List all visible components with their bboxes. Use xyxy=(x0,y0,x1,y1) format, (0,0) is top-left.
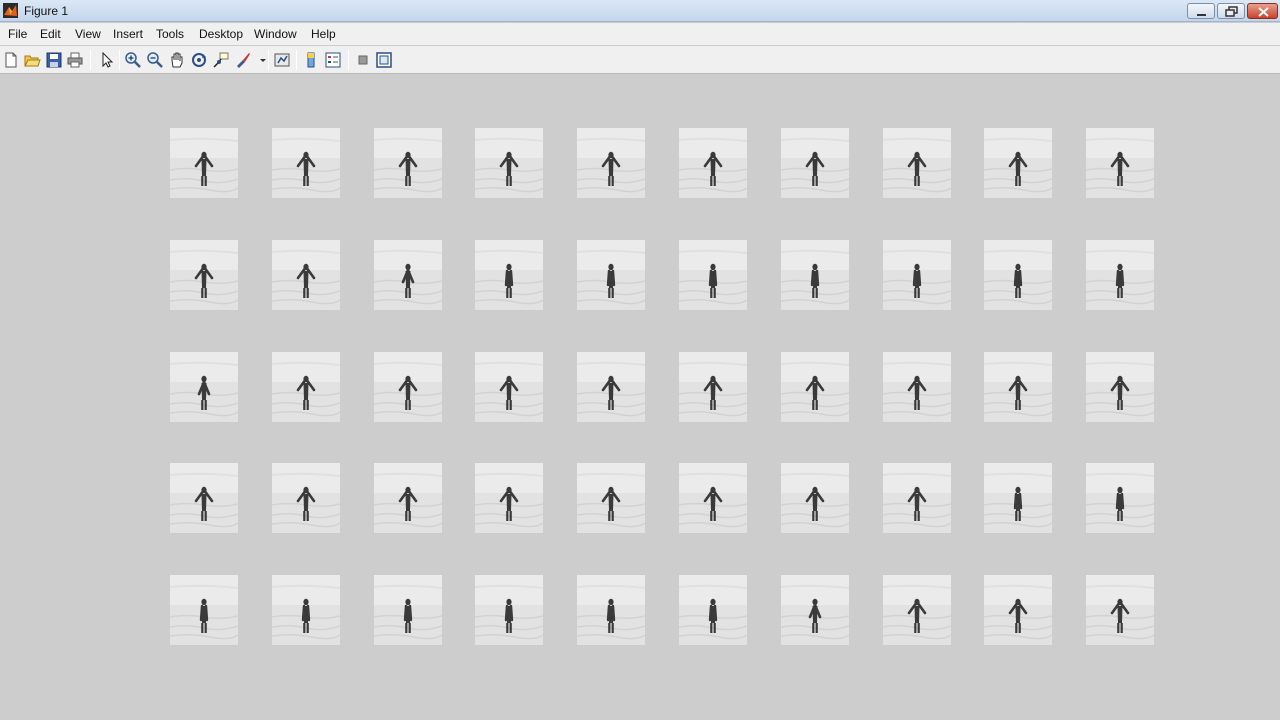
brush-icon[interactable] xyxy=(234,51,252,69)
menu-insert[interactable]: Insert xyxy=(113,27,143,41)
subplot-image[interactable] xyxy=(781,128,849,198)
subplot-image[interactable] xyxy=(170,463,238,533)
menu-edit[interactable]: Edit xyxy=(40,27,61,41)
edit-plot-icon[interactable] xyxy=(97,51,115,69)
subplot-image[interactable] xyxy=(272,352,340,422)
toolbar-separator xyxy=(296,50,297,70)
subplot-image[interactable] xyxy=(374,240,442,310)
toolbar-separator xyxy=(268,50,269,70)
subplot-image[interactable] xyxy=(170,352,238,422)
subplot-image[interactable] xyxy=(883,463,951,533)
subplot-image[interactable] xyxy=(883,575,951,645)
subplot-image[interactable] xyxy=(374,463,442,533)
toolbar-separator xyxy=(348,50,349,70)
subplot-image[interactable] xyxy=(679,463,747,533)
title-bar[interactable]: Figure 1 xyxy=(0,0,1280,22)
subplot-image[interactable] xyxy=(984,240,1052,310)
subplot-image[interactable] xyxy=(170,240,238,310)
subplot-image[interactable] xyxy=(577,352,645,422)
menu-desktop[interactable]: Desktop xyxy=(199,27,243,41)
subplot-image[interactable] xyxy=(475,240,543,310)
zoom-in-icon[interactable] xyxy=(124,51,142,69)
restore-button[interactable] xyxy=(1217,3,1245,19)
subplot-image[interactable] xyxy=(679,352,747,422)
subplot-image[interactable] xyxy=(883,128,951,198)
subplot-image[interactable] xyxy=(170,128,238,198)
menu-view[interactable]: View xyxy=(75,27,101,41)
subplot-image[interactable] xyxy=(272,575,340,645)
data-cursor-icon[interactable] xyxy=(212,51,230,69)
subplot-image[interactable] xyxy=(984,128,1052,198)
new-figure-icon[interactable] xyxy=(2,51,20,69)
rotate-3d-icon[interactable] xyxy=(190,51,208,69)
restore-icon xyxy=(1225,6,1238,17)
subplot-image[interactable] xyxy=(883,352,951,422)
subplot-image[interactable] xyxy=(475,575,543,645)
toolbar-separator xyxy=(119,50,120,70)
menu-window[interactable]: Window xyxy=(254,27,297,41)
menu-help[interactable]: Help xyxy=(311,27,336,41)
subplot-image[interactable] xyxy=(984,463,1052,533)
subplot-image[interactable] xyxy=(781,352,849,422)
subplot-image[interactable] xyxy=(781,575,849,645)
subplot-image[interactable] xyxy=(577,240,645,310)
subplot-image[interactable] xyxy=(374,575,442,645)
menu-tools[interactable]: Tools xyxy=(156,27,184,41)
subplot-image[interactable] xyxy=(781,240,849,310)
subplot-image[interactable] xyxy=(1086,575,1154,645)
subplot-image[interactable] xyxy=(577,463,645,533)
colorbar-icon[interactable] xyxy=(302,51,320,69)
subplot-image[interactable] xyxy=(883,240,951,310)
subplot-image[interactable] xyxy=(475,463,543,533)
brush-dropdown-icon[interactable] xyxy=(254,51,266,69)
legend-icon[interactable] xyxy=(324,51,342,69)
subplot-image[interactable] xyxy=(1086,352,1154,422)
hide-plot-tools-icon[interactable] xyxy=(354,51,372,69)
subplot-image[interactable] xyxy=(475,128,543,198)
subplot-image[interactable] xyxy=(984,352,1052,422)
pan-icon[interactable] xyxy=(168,51,186,69)
minimize-icon xyxy=(1197,14,1206,16)
subplot-image[interactable] xyxy=(170,575,238,645)
link-plot-icon[interactable] xyxy=(273,51,291,69)
close-icon xyxy=(1258,7,1269,17)
menu-file[interactable]: File xyxy=(8,27,27,41)
subplot-image[interactable] xyxy=(577,575,645,645)
subplot-image[interactable] xyxy=(577,128,645,198)
subplot-image[interactable] xyxy=(272,240,340,310)
window-title: Figure 1 xyxy=(24,4,69,18)
open-file-icon[interactable] xyxy=(23,51,41,69)
figure-canvas[interactable] xyxy=(0,75,1280,720)
matlab-app-icon[interactable] xyxy=(3,3,18,18)
subplot-image[interactable] xyxy=(374,128,442,198)
matlab-figure-window: Figure 1 File Edit View Insert Tools Des… xyxy=(0,0,1280,720)
save-icon[interactable] xyxy=(45,51,63,69)
subplot-image[interactable] xyxy=(984,575,1052,645)
subplot-image[interactable] xyxy=(679,128,747,198)
subplot-image[interactable] xyxy=(272,128,340,198)
subplot-image[interactable] xyxy=(679,240,747,310)
subplot-image[interactable] xyxy=(781,463,849,533)
print-icon[interactable] xyxy=(66,51,84,69)
subplot-image[interactable] xyxy=(1086,128,1154,198)
subplot-image[interactable] xyxy=(374,352,442,422)
subplot-image[interactable] xyxy=(1086,240,1154,310)
close-button[interactable] xyxy=(1247,3,1278,19)
subplot-image[interactable] xyxy=(679,575,747,645)
menu-bar: File Edit View Insert Tools Desktop Wind… xyxy=(0,23,1280,59)
minimize-button[interactable] xyxy=(1187,3,1215,19)
figure-toolbar xyxy=(0,46,1280,74)
toolbar-separator xyxy=(90,50,91,70)
show-plot-tools-icon[interactable] xyxy=(375,51,393,69)
subplot-image[interactable] xyxy=(272,463,340,533)
subplot-image[interactable] xyxy=(475,352,543,422)
subplot-image[interactable] xyxy=(1086,463,1154,533)
zoom-out-icon[interactable] xyxy=(146,51,164,69)
